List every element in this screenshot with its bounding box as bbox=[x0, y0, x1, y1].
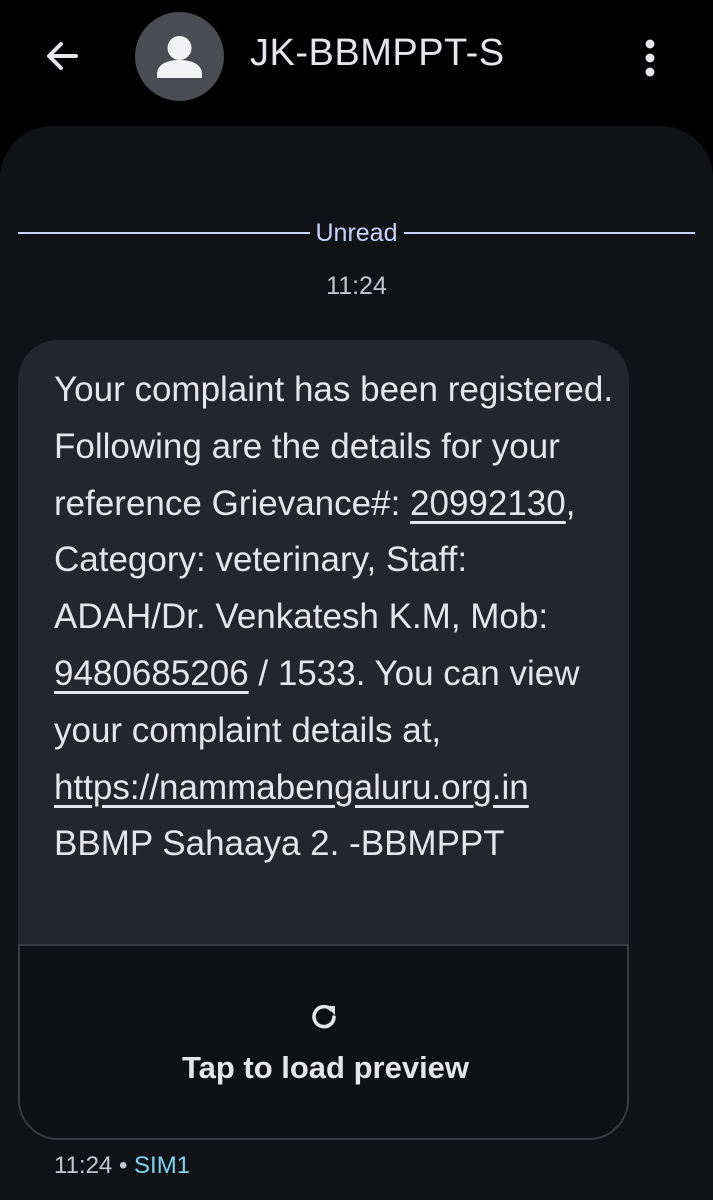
message-timestamp: 11:24 bbox=[326, 272, 387, 300]
more-vert-icon bbox=[645, 39, 655, 77]
avatar[interactable] bbox=[135, 12, 224, 101]
person-icon bbox=[157, 36, 202, 78]
message-text: Your complaint has been registered. Foll… bbox=[54, 362, 614, 873]
arrow-left-icon bbox=[47, 42, 78, 70]
phone-number-link[interactable]: 9480685206 bbox=[54, 654, 249, 693]
message-time: 11:24 bbox=[54, 1152, 113, 1179]
sim-label: SIM1 bbox=[134, 1152, 191, 1179]
message-bubble[interactable]: Your complaint has been registered. Foll… bbox=[18, 340, 629, 1140]
refresh-icon bbox=[312, 1004, 336, 1029]
link-preview-card[interactable]: Tap to load preview bbox=[18, 944, 629, 1140]
contact-name[interactable]: JK-BBMPPT-S bbox=[250, 32, 505, 75]
app-bar: JK-BBMPPT-S bbox=[0, 0, 713, 120]
message-text-part: BBMP Sahaaya 2. -BBMPPT bbox=[54, 824, 505, 864]
divider-line bbox=[18, 232, 310, 234]
load-preview-label: Tap to load preview bbox=[181, 1050, 470, 1085]
more-options-button[interactable] bbox=[628, 30, 672, 86]
unread-label: Unread bbox=[315, 218, 398, 247]
url-link[interactable]: https://nammabengaluru.org.in bbox=[54, 768, 529, 807]
message-meta: 11:24 • SIM1 bbox=[54, 1152, 190, 1180]
grievance-number-link[interactable]: 20992130 bbox=[410, 484, 566, 523]
meta-separator: • bbox=[118, 1152, 128, 1179]
unread-divider: Unread bbox=[18, 218, 695, 248]
divider-line bbox=[403, 232, 695, 234]
back-button[interactable] bbox=[36, 30, 88, 82]
